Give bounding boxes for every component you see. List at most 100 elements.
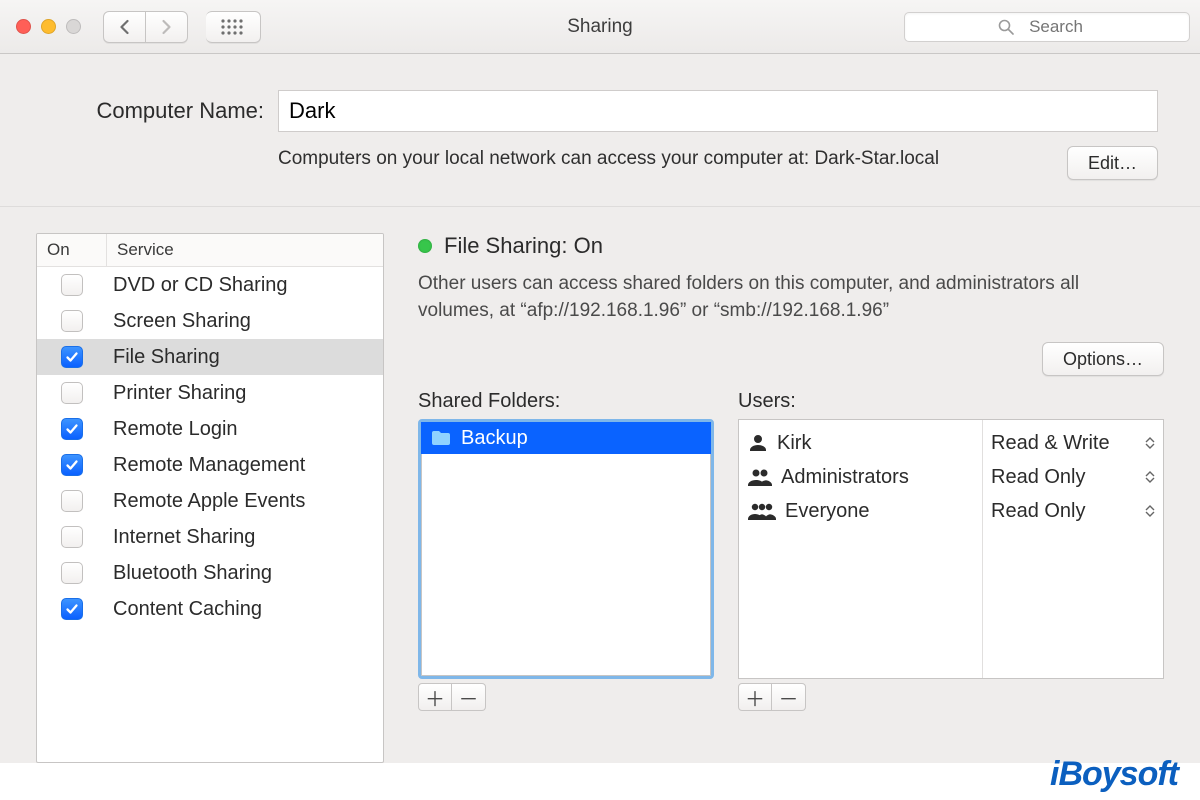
watermark: iBoysoft: [1050, 755, 1178, 794]
service-row[interactable]: File Sharing: [37, 339, 383, 375]
users-column[interactable]: Kirk Administrators Everyone: [739, 420, 983, 678]
service-label: Internet Sharing: [107, 526, 255, 549]
group-icon: [747, 466, 773, 488]
users-panel: Users: Kirk Administrators Everyone Read &…: [738, 390, 1164, 711]
computer-name-label: Computer Name:: [42, 98, 264, 124]
service-label: Screen Sharing: [107, 310, 251, 333]
service-row[interactable]: Internet Sharing: [37, 519, 383, 555]
service-label: Content Caching: [107, 598, 262, 621]
service-label: Bluetooth Sharing: [107, 562, 272, 585]
status-indicator-icon: [418, 239, 432, 253]
user-name: Administrators: [781, 466, 909, 489]
shared-folders-panel: Shared Folders: Backup ＋ －: [418, 390, 714, 711]
permission-value: Read & Write: [991, 432, 1110, 455]
checkmark-icon: [65, 602, 79, 616]
service-label: DVD or CD Sharing: [107, 274, 288, 297]
everyone-icon: [747, 500, 777, 522]
service-label: Remote Login: [107, 418, 238, 441]
service-row[interactable]: Printer Sharing: [37, 375, 383, 411]
service-checkbox[interactable]: [61, 490, 83, 512]
service-checkbox[interactable]: [61, 526, 83, 548]
user-name: Kirk: [777, 432, 811, 455]
user-name: Everyone: [785, 500, 870, 523]
service-label: Printer Sharing: [107, 382, 246, 405]
edit-hostname-button[interactable]: Edit…: [1067, 146, 1158, 180]
show-all-button-group: [206, 11, 261, 43]
titlebar: Sharing: [0, 0, 1200, 54]
zoom-window-button[interactable]: [66, 19, 81, 34]
remove-user-button[interactable]: －: [772, 683, 806, 711]
grid-icon: [220, 18, 246, 36]
back-button[interactable]: [103, 11, 146, 43]
user-row[interactable]: Everyone: [747, 494, 974, 528]
permission-value: Read Only: [991, 466, 1086, 489]
window-controls: [16, 19, 81, 34]
permission-value: Read Only: [991, 500, 1086, 523]
remove-folder-button[interactable]: －: [452, 683, 486, 711]
service-label: Remote Management: [107, 454, 305, 477]
permission-stepper-icon[interactable]: [1145, 437, 1155, 449]
service-label: File Sharing: [107, 346, 220, 369]
chevron-left-icon: [118, 19, 131, 35]
checkmark-icon: [65, 458, 79, 472]
service-row[interactable]: Remote Apple Events: [37, 483, 383, 519]
file-sharing-status-title: File Sharing: On: [444, 233, 603, 259]
add-folder-button[interactable]: ＋: [418, 683, 452, 711]
sharing-body: On Service DVD or CD Sharing Screen Shari…: [0, 207, 1200, 763]
file-sharing-description: Other users can access shared folders on…: [418, 271, 1158, 324]
user-row[interactable]: Kirk: [747, 426, 974, 460]
nav-back-forward: [103, 11, 188, 43]
add-user-button[interactable]: ＋: [738, 683, 772, 711]
services-list: On Service DVD or CD Sharing Screen Shari…: [36, 233, 384, 763]
computer-name-section: Computer Name: Computers on your local n…: [0, 54, 1200, 207]
file-sharing-status: File Sharing: On: [418, 233, 1164, 259]
shared-folders-list[interactable]: Backup: [418, 419, 714, 679]
service-row[interactable]: Remote Login: [37, 411, 383, 447]
service-checkbox[interactable]: [61, 274, 83, 296]
search-icon: [998, 19, 1014, 35]
users-addremove: ＋ －: [738, 683, 1164, 711]
users-label: Users:: [738, 390, 1164, 413]
service-checkbox[interactable]: [61, 382, 83, 404]
shared-folders-addremove: ＋ －: [418, 683, 714, 711]
chevron-right-icon: [160, 19, 173, 35]
users-list: KirkAdministratorsEveryone Read & WriteR…: [738, 419, 1164, 679]
service-checkbox[interactable]: [61, 454, 83, 476]
service-row[interactable]: Content Caching: [37, 591, 383, 627]
service-row[interactable]: Bluetooth Sharing: [37, 555, 383, 591]
service-checkbox[interactable]: [61, 346, 83, 368]
shared-folder-row[interactable]: Backup: [421, 422, 711, 454]
service-row[interactable]: Remote Management: [37, 447, 383, 483]
close-window-button[interactable]: [16, 19, 31, 34]
permission-row[interactable]: Read & Write: [991, 426, 1155, 460]
computer-name-input[interactable]: [278, 90, 1158, 132]
search-input[interactable]: [904, 12, 1190, 42]
services-header: On Service: [37, 234, 383, 267]
service-checkbox[interactable]: [61, 418, 83, 440]
computer-name-subtext: Computers on your local network can acce…: [278, 146, 1053, 172]
search-field-wrap: [904, 12, 1190, 42]
forward-button[interactable]: [146, 11, 188, 43]
permission-stepper-icon[interactable]: [1145, 471, 1155, 483]
options-button[interactable]: Options…: [1042, 342, 1164, 376]
services-header-on: On: [37, 234, 107, 266]
person-icon: [747, 432, 769, 454]
permission-row[interactable]: Read Only: [991, 494, 1155, 528]
show-all-button[interactable]: [206, 11, 261, 43]
user-row[interactable]: Administrators: [747, 460, 974, 494]
service-detail: File Sharing: On Other users can access …: [418, 233, 1164, 763]
shared-folder-name: Backup: [461, 427, 528, 450]
shared-folders-label: Shared Folders:: [418, 390, 714, 413]
service-checkbox[interactable]: [61, 310, 83, 332]
permissions-column: Read & Write Read Only Read Only: [983, 420, 1163, 678]
service-checkbox[interactable]: [61, 598, 83, 620]
service-row[interactable]: Screen Sharing: [37, 303, 383, 339]
permission-stepper-icon[interactable]: [1145, 505, 1155, 517]
minimize-window-button[interactable]: [41, 19, 56, 34]
service-label: Remote Apple Events: [107, 490, 305, 513]
service-row[interactable]: DVD or CD Sharing: [37, 267, 383, 303]
checkmark-icon: [65, 350, 79, 364]
permission-row[interactable]: Read Only: [991, 460, 1155, 494]
service-checkbox[interactable]: [61, 562, 83, 584]
services-header-service: Service: [107, 234, 184, 266]
